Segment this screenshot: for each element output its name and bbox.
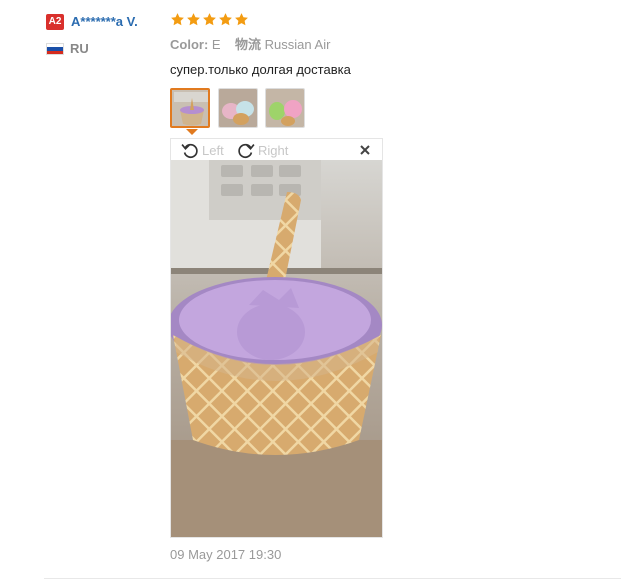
photo-thumbnail-2[interactable] bbox=[218, 88, 258, 128]
rotate-left-icon bbox=[181, 143, 198, 159]
shipping-label: 物流 bbox=[235, 37, 262, 52]
color-value: E bbox=[211, 37, 221, 52]
reviewer-name[interactable]: A*******a V. bbox=[71, 14, 138, 30]
shipping-value: Russian Air bbox=[264, 37, 331, 52]
review-text: супер.только долгая доставка bbox=[170, 62, 351, 77]
rotate-right-label: Right bbox=[258, 142, 289, 158]
star-icon bbox=[203, 13, 216, 26]
reviewer-country: RU bbox=[70, 41, 89, 56]
active-thumbnail-caret bbox=[186, 129, 198, 135]
ice-cream-bowl-photo bbox=[171, 160, 382, 537]
review-photo-large bbox=[171, 160, 382, 537]
rotate-left-label: Left bbox=[202, 142, 224, 158]
star-rating bbox=[170, 12, 249, 30]
star-icon bbox=[187, 13, 200, 26]
photo-3-image bbox=[266, 89, 304, 127]
star-icon bbox=[219, 13, 232, 26]
star-icon bbox=[235, 13, 248, 26]
country-flag-icon bbox=[46, 43, 64, 55]
star-icon bbox=[171, 13, 184, 26]
close-icon[interactable] bbox=[358, 143, 372, 157]
rotate-left-button[interactable]: Left bbox=[180, 140, 224, 160]
rotate-right-icon bbox=[238, 143, 255, 159]
review-date: 09 May 2017 19:30 bbox=[170, 547, 282, 562]
rotate-right-button[interactable]: Right bbox=[236, 140, 288, 160]
review-divider bbox=[44, 578, 621, 579]
order-properties: Color: E 物流 Russian Air bbox=[170, 37, 330, 53]
photo-thumbnail-3[interactable] bbox=[265, 88, 305, 128]
color-label: Color: bbox=[170, 37, 209, 52]
photo-thumbnail-1[interactable] bbox=[170, 88, 210, 128]
photo-2-image bbox=[219, 89, 257, 127]
photo-1-image bbox=[172, 90, 208, 126]
level-badge: A2 bbox=[46, 14, 64, 30]
